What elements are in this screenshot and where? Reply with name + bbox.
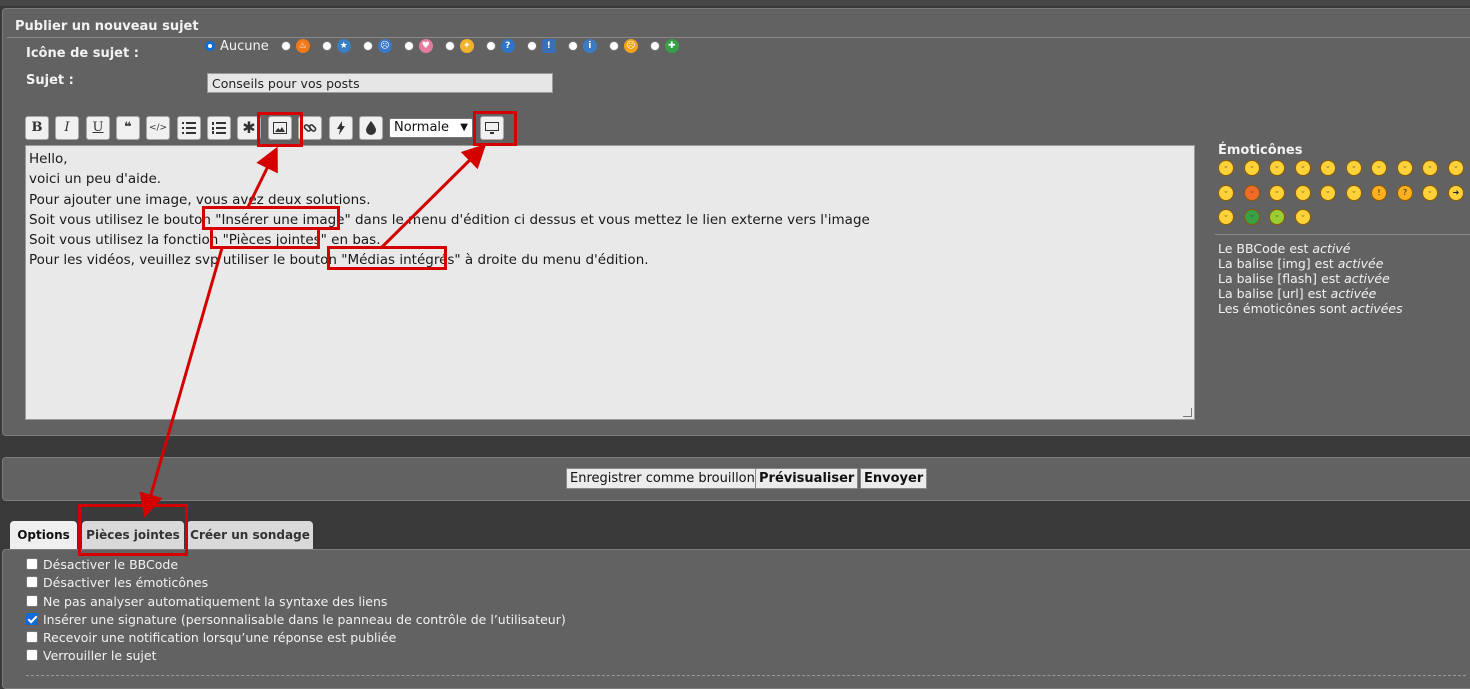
arrow-to-image-button (246, 146, 278, 208)
arrow-to-media-button (380, 143, 487, 249)
annotation-arrows (139, 143, 487, 518)
arrow-to-attachments-tab (139, 247, 224, 518)
